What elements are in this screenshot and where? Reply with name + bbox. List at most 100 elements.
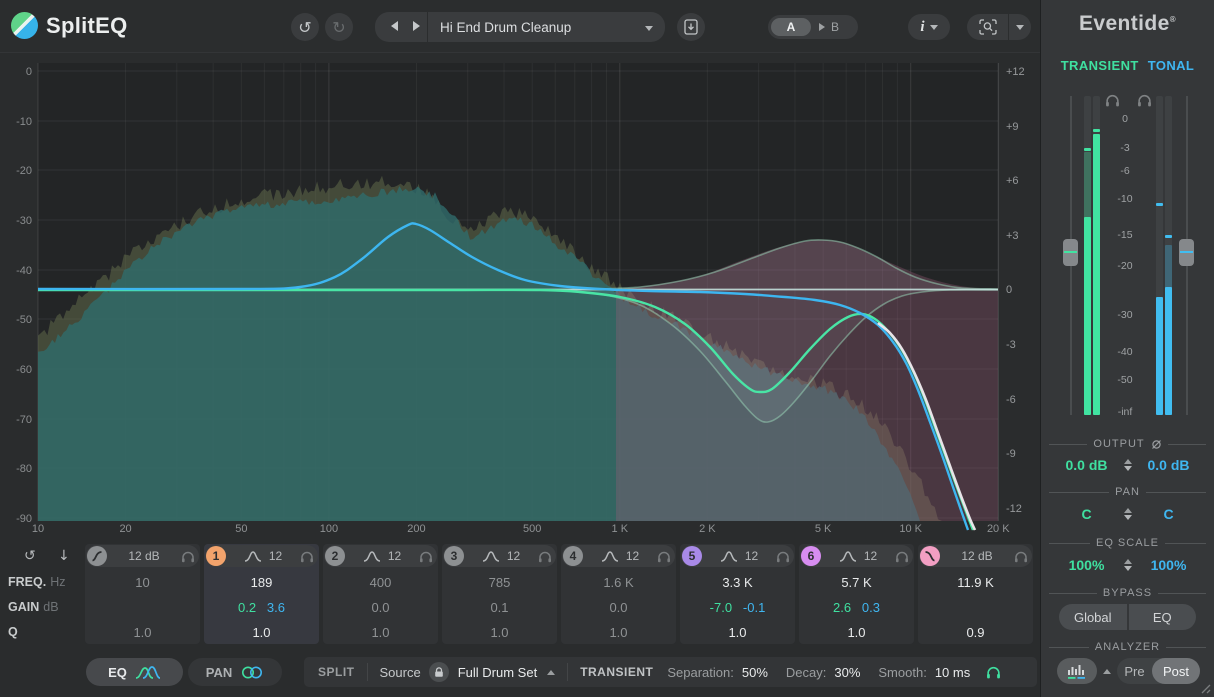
save-preset-button[interactable]	[677, 13, 705, 41]
eq-graph[interactable]: 0-10-20-30-40-50-60-70-80-90+12+9+6+30-3…	[0, 52, 1040, 544]
analyzer-expand-button[interactable]	[1103, 669, 1111, 674]
bypass-eq-button[interactable]: EQ	[1129, 604, 1197, 630]
band-freq-value[interactable]: 11.9 K	[918, 575, 1033, 590]
pan-stepper[interactable]	[1124, 508, 1132, 520]
bands-reset-button[interactable]: ↺	[24, 547, 36, 565]
source-lock-button[interactable]	[429, 662, 449, 682]
band-header[interactable]: 512	[681, 545, 794, 567]
band-cell-3[interactable]: 312 785 0.1 1.0	[442, 544, 557, 644]
band-cell-2[interactable]: 212 400 0.0 1.0	[323, 544, 438, 644]
band-header[interactable]: 12 dB	[919, 545, 1032, 567]
band-badge[interactable]: 3	[444, 546, 464, 566]
band-badge[interactable]	[87, 546, 107, 566]
band-gain-tonal[interactable]: 0.3	[862, 600, 880, 615]
window-zoom-button[interactable]	[967, 19, 1008, 35]
window-zoom-dropdown[interactable]	[1009, 25, 1031, 30]
pan-view-button[interactable]: PAN	[188, 658, 282, 686]
band-q-value[interactable]: 0.9	[918, 625, 1033, 640]
band-freq-value[interactable]: 400	[323, 575, 438, 590]
band-gain[interactable]: 0.1	[490, 600, 508, 615]
band-q-value[interactable]: 1.0	[204, 625, 319, 640]
band-gain-transient[interactable]: 0.2	[238, 600, 256, 615]
preset-next-button[interactable]	[405, 18, 427, 36]
band-cell-1[interactable]: 112 189 0.2 3.6 1.0	[204, 544, 319, 644]
band-freq-value[interactable]: 5.7 K	[799, 575, 914, 590]
band-freq-value[interactable]: 189	[204, 575, 319, 590]
band-badge[interactable]: 4	[563, 546, 583, 566]
analyzer-toggle-button[interactable]	[1057, 658, 1097, 684]
separation-value[interactable]: 50%	[742, 665, 768, 680]
band-solo-button[interactable]	[776, 550, 790, 563]
band-freq-value[interactable]: 3.3 K	[680, 575, 795, 590]
band-q-value[interactable]: 1.0	[85, 625, 200, 640]
band-freq-value[interactable]: 1.6 K	[561, 575, 676, 590]
eq-scale-transient-value[interactable]: 100%	[1057, 557, 1117, 573]
band-strip-collapse-button[interactable]: ↓	[58, 547, 70, 565]
phase-invert-icon[interactable]	[1151, 439, 1162, 450]
band-cell-highpass[interactable]: 12 dB 10 1.0	[85, 544, 200, 644]
band-header[interactable]: 12 dB	[86, 545, 199, 567]
band-solo-button[interactable]	[300, 550, 314, 563]
source-select[interactable]: Full Drum Set	[458, 665, 537, 680]
band-header[interactable]: 112	[205, 545, 318, 567]
band-solo-button[interactable]	[895, 550, 909, 563]
band-header[interactable]: 212	[324, 545, 437, 567]
preset-name-dropdown[interactable]: Hi End Drum Cleanup	[428, 20, 645, 35]
band-badge[interactable]: 5	[682, 546, 702, 566]
band-header[interactable]: 612	[800, 545, 913, 567]
band-header[interactable]: 312	[443, 545, 556, 567]
band-gain[interactable]: 0.0	[371, 600, 389, 615]
eq-scale-stepper[interactable]	[1124, 559, 1132, 571]
band-freq-value[interactable]: 785	[442, 575, 557, 590]
band-freq-value[interactable]: 10	[85, 575, 200, 590]
pan-tonal-value[interactable]: C	[1139, 506, 1199, 522]
output-stepper[interactable]	[1124, 459, 1132, 471]
smooth-value[interactable]: 10 ms	[935, 665, 970, 680]
band-gain-tonal[interactable]: 3.6	[267, 600, 285, 615]
band-badge[interactable]: 6	[801, 546, 821, 566]
band-solo-button[interactable]	[419, 550, 433, 563]
band-gain[interactable]: 0.0	[609, 600, 627, 615]
preset-dropdown-button[interactable]	[645, 18, 665, 36]
tonal-meter-fader-handle[interactable]	[1179, 239, 1194, 266]
band-q-value[interactable]: 1.0	[799, 625, 914, 640]
transient-meter-solo-button[interactable]	[1105, 93, 1120, 112]
band-badge[interactable]: 2	[325, 546, 345, 566]
band-cell-4[interactable]: 412 1.6 K 0.0 1.0	[561, 544, 676, 644]
transient-meter-fader-handle[interactable]	[1063, 239, 1078, 266]
decay-value[interactable]: 30%	[834, 665, 860, 680]
band-cell-6[interactable]: 612 5.7 K 2.6 0.3 1.0	[799, 544, 914, 644]
bypass-global-button[interactable]: Global	[1059, 604, 1127, 630]
post-button[interactable]: Post	[1152, 658, 1200, 684]
band-solo-button[interactable]	[538, 550, 552, 563]
band-solo-button[interactable]	[1014, 550, 1028, 563]
band-gain-transient[interactable]: -7.0	[710, 600, 732, 615]
pan-transient-value[interactable]: C	[1057, 506, 1117, 522]
band-badge[interactable]: 1	[206, 546, 226, 566]
ab-copy-button[interactable]	[819, 18, 825, 36]
redo-button[interactable]: ↻	[325, 13, 353, 41]
transient-solo-button[interactable]	[986, 665, 1001, 679]
band-cell-lowpass[interactable]: 12 dB 11.9 K 0.9	[918, 544, 1033, 644]
info-button[interactable]: i	[908, 14, 950, 40]
band-q-value[interactable]: 1.0	[442, 625, 557, 640]
band-header[interactable]: 412	[562, 545, 675, 567]
window-resize-grip[interactable]	[1199, 682, 1211, 694]
band-cell-5[interactable]: 512 3.3 K -7.0 -0.1 1.0	[680, 544, 795, 644]
output-tonal-value[interactable]: 0.0 dB	[1139, 457, 1199, 473]
ab-b-button[interactable]: B	[831, 20, 839, 34]
band-gain-tonal[interactable]: -0.1	[743, 600, 765, 615]
band-q-value[interactable]: 1.0	[561, 625, 676, 640]
band-q-value[interactable]: 1.0	[680, 625, 795, 640]
eq-scale-tonal-value[interactable]: 100%	[1139, 557, 1199, 573]
pre-button[interactable]: Pre	[1117, 664, 1152, 679]
band-badge[interactable]	[920, 546, 940, 566]
preset-prev-button[interactable]	[375, 18, 405, 36]
ab-a-button[interactable]: A	[771, 18, 811, 36]
output-transient-value[interactable]: 0.0 dB	[1057, 457, 1117, 473]
band-q-value[interactable]: 1.0	[323, 625, 438, 640]
eq-view-button[interactable]: EQ	[86, 658, 183, 686]
source-select-arrow-icon[interactable]	[547, 670, 555, 675]
band-gain-transient[interactable]: 2.6	[833, 600, 851, 615]
undo-button[interactable]: ↺	[291, 13, 319, 41]
